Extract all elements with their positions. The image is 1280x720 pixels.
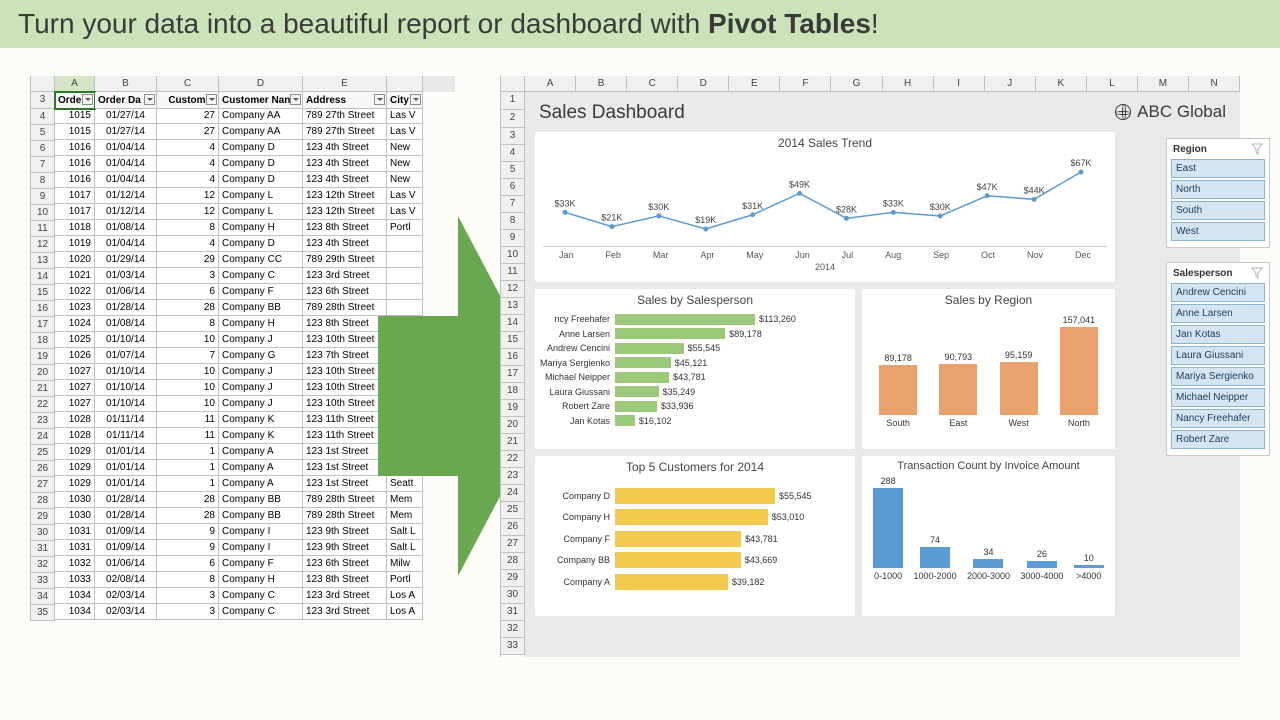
brand-label: ABC Global — [1115, 102, 1226, 122]
filter-dropdown-icon[interactable] — [144, 94, 155, 105]
dashboard-title: Sales Dashboard — [539, 102, 685, 124]
svg-text:$33K: $33K — [883, 198, 904, 208]
slicer-item-salesperson[interactable]: Anne Larsen — [1171, 304, 1265, 323]
filter-dropdown-icon[interactable] — [290, 94, 301, 105]
chart-sales-by-region[interactable]: Sales by Region 89,178South90,793East95,… — [862, 289, 1115, 449]
chart-transaction-count[interactable]: Transaction Count by Invoice Amount 2880… — [862, 456, 1115, 616]
clear-filter-icon[interactable] — [1251, 143, 1263, 155]
svg-text:$21K: $21K — [601, 213, 622, 223]
slicer-item-region[interactable]: North — [1171, 180, 1265, 199]
slicer-region[interactable]: Region EastNorthSouthWest — [1166, 138, 1270, 248]
dashboard-canvas: Sales Dashboard ABC Global 2014 Sales Tr… — [525, 92, 1240, 657]
svg-text:$67K: $67K — [1070, 158, 1091, 168]
svg-text:$30K: $30K — [648, 202, 669, 212]
slicer-salesperson[interactable]: Salesperson Andrew CenciniAnne LarsenJan… — [1166, 262, 1270, 456]
chart-sales-by-salesperson[interactable]: Sales by Salesperson ncy Freehafer$113,2… — [535, 289, 855, 449]
svg-text:$30K: $30K — [930, 202, 951, 212]
slicer-item-region[interactable]: West — [1171, 222, 1265, 241]
svg-text:$47K: $47K — [977, 182, 998, 192]
slicer-item-salesperson[interactable]: Laura Giussani — [1171, 346, 1265, 365]
filter-dropdown-icon[interactable] — [410, 94, 421, 105]
svg-text:$31K: $31K — [742, 201, 763, 211]
slicer-item-salesperson[interactable]: Mariya Sergienko — [1171, 367, 1265, 386]
svg-text:$33K: $33K — [554, 198, 575, 208]
svg-text:$44K: $44K — [1024, 185, 1045, 195]
filter-dropdown-icon[interactable] — [82, 94, 93, 105]
slicer-item-region[interactable]: East — [1171, 159, 1265, 178]
left-data-grid: ABCDE 3456789101112131415161718192021222… — [30, 76, 455, 621]
globe-icon — [1115, 104, 1131, 120]
slicer-item-salesperson[interactable]: Robert Zare — [1171, 430, 1265, 449]
chart-sales-trend[interactable]: 2014 Sales Trend $33K$21K$30K$19K$31K$49… — [535, 132, 1115, 282]
filter-dropdown-icon[interactable] — [206, 94, 217, 105]
right-dashboard-grid: ABCDEFGHIJKLMN 1234567891011121314151617… — [500, 76, 1240, 657]
svg-text:$49K: $49K — [789, 179, 810, 189]
slicer-item-salesperson[interactable]: Andrew Cencini — [1171, 283, 1265, 302]
svg-text:$19K: $19K — [695, 215, 716, 225]
slicer-item-region[interactable]: South — [1171, 201, 1265, 220]
banner-title: Turn your data into a beautiful report o… — [0, 0, 1280, 48]
slicer-item-salesperson[interactable]: Jan Kotas — [1171, 325, 1265, 344]
chart-top-customers[interactable]: Top 5 Customers for 2014 Company D$55,54… — [535, 456, 855, 616]
filter-dropdown-icon[interactable] — [374, 94, 385, 105]
slicer-item-salesperson[interactable]: Nancy Freehafer — [1171, 409, 1265, 428]
svg-text:$28K: $28K — [836, 204, 857, 214]
slicer-item-salesperson[interactable]: Michael Neipper — [1171, 388, 1265, 407]
clear-filter-icon[interactable] — [1251, 267, 1263, 279]
